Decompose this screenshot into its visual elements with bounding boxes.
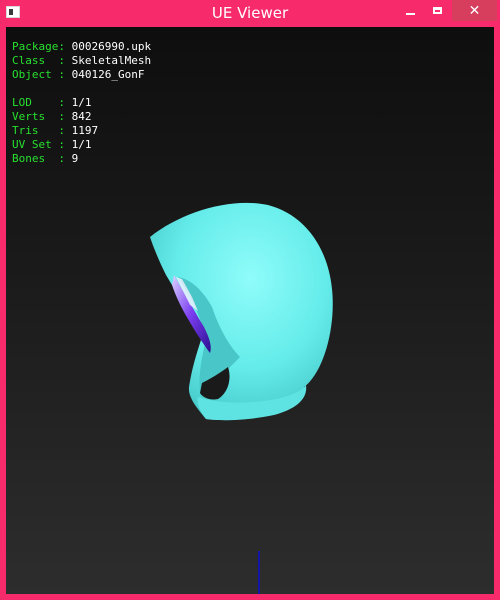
axis-line	[258, 551, 260, 594]
app-window: UE Viewer ✕ Package: 00026990.upk Class …	[0, 0, 500, 600]
hood-mesh-render[interactable]	[6, 27, 494, 594]
minimize-button[interactable]	[397, 0, 423, 21]
3d-viewport[interactable]: Package: 00026990.upk Class : SkeletalMe…	[6, 27, 494, 594]
maximize-button[interactable]	[424, 0, 450, 21]
close-icon: ✕	[468, 2, 481, 19]
minimize-icon	[405, 12, 415, 15]
close-button[interactable]: ✕	[452, 0, 497, 21]
title-bar[interactable]: UE Viewer ✕	[0, 0, 500, 27]
maximize-icon	[432, 7, 442, 14]
